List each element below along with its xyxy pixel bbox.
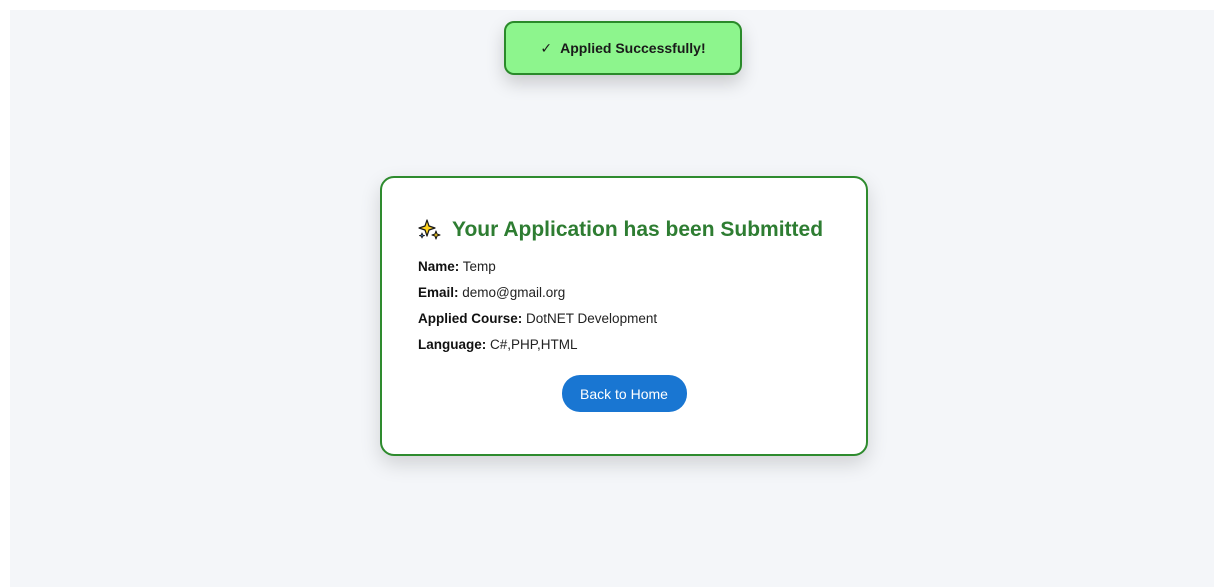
card-heading: Your Application has been Submitted <box>418 218 830 242</box>
success-toast: ✓ Applied Successfully! <box>504 21 742 75</box>
check-icon: ✓ <box>540 39 553 56</box>
detail-value: DotNET Development <box>526 311 658 326</box>
detail-label: Name: <box>418 259 460 274</box>
detail-label: Language: <box>418 337 487 352</box>
detail-value: C#,PHP,HTML <box>490 337 578 352</box>
detail-label: Email: <box>418 285 459 300</box>
back-to-home-button[interactable]: Back to Home <box>561 375 687 412</box>
detail-name: Name: Temp <box>418 258 830 275</box>
detail-value: demo@gmail.org <box>462 285 566 300</box>
detail-language: Language: C#,PHP,HTML <box>418 336 830 353</box>
detail-label: Applied Course: <box>418 311 523 326</box>
detail-email: Email: demo@gmail.org <box>418 284 830 301</box>
card-title: Your Application has been Submitted <box>452 218 824 241</box>
toast-message: Applied Successfully! <box>560 40 706 56</box>
confirmation-card: Your Application has been Submitted Name… <box>380 176 868 456</box>
page-background: ✓ Applied Successfully! Your Application… <box>10 10 1214 587</box>
sparkles-icon <box>418 218 442 242</box>
detail-value: Temp <box>462 259 496 274</box>
button-container: Back to Home <box>418 375 830 412</box>
detail-course: Applied Course: DotNET Development <box>418 310 830 327</box>
